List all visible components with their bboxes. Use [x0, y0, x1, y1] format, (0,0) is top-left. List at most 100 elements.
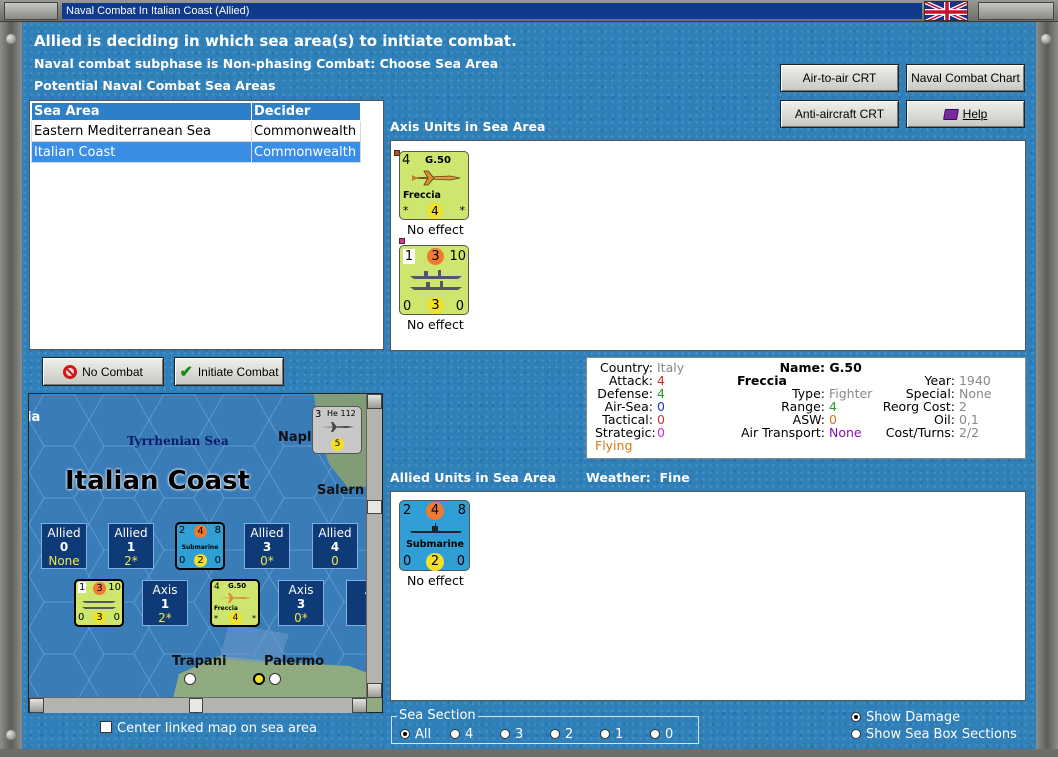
he112-counter[interactable]: 3 He 112 5	[312, 406, 362, 454]
counter-name: Submarine	[181, 544, 219, 551]
fighter-plane-icon	[411, 170, 461, 186]
sea-section-option-0[interactable]: 0	[650, 727, 673, 742]
sea-box-sub: 2*	[124, 554, 138, 568]
scroll-right-arrow-icon[interactable]	[352, 698, 367, 713]
radio-button[interactable]	[550, 729, 560, 739]
initiate-combat-button[interactable]: ✔ Initiate Combat	[174, 357, 284, 386]
sea-box-axis[interactable]: Axis 3 0*	[278, 580, 324, 626]
sea-section-group: Sea Section All 4 3 2 1 0	[391, 708, 699, 744]
counter-star: *	[252, 614, 256, 623]
city-label: ia	[28, 410, 41, 425]
damage-marker-icon	[399, 238, 405, 244]
sea-box-allied[interactable]: Allied 3 0*	[244, 523, 290, 569]
sea-section-option-1[interactable]: 1	[600, 727, 623, 742]
scroll-left-arrow-icon[interactable]	[29, 698, 44, 713]
counter-star: *	[459, 204, 466, 217]
radio-button[interactable]	[400, 729, 410, 739]
counter-value: 2	[426, 553, 444, 571]
city-label: Trapani	[172, 654, 227, 669]
radio-button[interactable]	[650, 729, 660, 739]
unit-info-panel: Country: Italy Attack: 4 Defense: 4 Air-…	[586, 357, 1026, 459]
table-row[interactable]: Eastern Mediterranean Sea Commonwealth	[31, 120, 361, 142]
sea-section-option-2[interactable]: 2	[550, 727, 573, 742]
sea-section-option-3[interactable]: 3	[500, 727, 523, 742]
sea-box-axis[interactable]: Axis 1 2*	[142, 580, 188, 626]
sea-box-number: 1	[160, 597, 170, 611]
table-row[interactable]: Italian Coast Commonwealth	[31, 141, 361, 163]
sea-area-cell: Eastern Mediterranean Sea	[31, 120, 252, 142]
g50-map-counter[interactable]: 4 G.50 Freccia * * 4	[210, 579, 260, 627]
cost-key: Cost/Turns:	[885, 425, 955, 440]
naval-combat-chart-button[interactable]: Naval Combat Chart	[906, 64, 1025, 92]
show-sea-box-sections-option[interactable]: Show Sea Box Sections	[851, 727, 1017, 742]
window-close-button[interactable]	[978, 2, 1054, 20]
counter-name: G.50	[228, 582, 247, 590]
column-decider[interactable]: Decider	[251, 102, 361, 121]
anti-aircraft-crt-label: Anti-aircraft CRT	[794, 107, 885, 121]
radio-button[interactable]	[600, 729, 610, 739]
anti-aircraft-crt-button[interactable]: Anti-aircraft CRT	[780, 100, 899, 128]
radio-button[interactable]	[450, 729, 460, 739]
submarine-icon	[410, 523, 462, 533]
axis-ship-counter[interactable]: 1 3 10 0 3 0	[399, 245, 469, 315]
air-to-air-crt-label: Air-to-air CRT	[802, 71, 877, 85]
counter-range: 4	[427, 203, 443, 219]
option-label: 1	[615, 727, 624, 742]
cost-value: 2/2	[958, 425, 980, 440]
g50-freccia-counter[interactable]: 4 G.50 Freccia * * 4	[399, 151, 469, 220]
initiate-combat-label: Initiate Combat	[197, 364, 279, 379]
air-to-air-crt-button[interactable]: Air-to-air CRT	[780, 64, 899, 92]
window-menu-button[interactable]	[4, 2, 58, 20]
sea-section-option-all[interactable]: All	[400, 727, 431, 742]
axis-units-label: Axis Units in Sea Area	[390, 119, 546, 134]
sea-area-table: Sea Area Decider Eastern Mediterranean S…	[31, 102, 361, 163]
counter-name: Submarine	[406, 539, 464, 550]
axis-units-panel: 4 G.50 Freccia * * 4 No effect 1 3 10 0 …	[390, 140, 1026, 351]
map-vertical-scrollbar[interactable]	[366, 394, 382, 698]
help-label: Help	[962, 107, 988, 121]
submarine-counter[interactable]: 2 4 8 Submarine 0 2 0	[399, 500, 470, 571]
rivet-icon	[6, 34, 16, 44]
allied-units-panel: 2 4 8 Submarine 0 2 0 No effect	[390, 491, 1026, 701]
counter-value: 4	[426, 502, 444, 520]
scroll-up-arrow-icon[interactable]	[367, 394, 382, 409]
submarine-map-counter[interactable]: 2 4 8 Submarine 0 2 0	[175, 522, 225, 570]
show-damage-option[interactable]: Show Damage	[851, 710, 960, 725]
naval-combat-window: Naval Combat In Italian Coast (Allied) A…	[0, 0, 1058, 757]
sea-box-allied[interactable]: Allied 4 0	[312, 523, 358, 569]
sea-section-option-4[interactable]: 4	[450, 727, 473, 742]
no-combat-label: No Combat	[82, 364, 143, 379]
sea-name-label: Tyrrhenian Sea	[127, 434, 229, 448]
checkbox-box[interactable]	[100, 721, 112, 733]
counter-value: 2	[179, 525, 186, 536]
counter-value: 2	[403, 503, 412, 518]
show-sections-label: Show Sea Box Sections	[866, 727, 1017, 742]
sea-area-map[interactable]: ia Tyrrhenian Sea Napl Salern Italian Co…	[28, 393, 383, 713]
airtransport-key: Air Transport:	[740, 425, 825, 440]
map-horizontal-scrollbar[interactable]	[29, 697, 367, 713]
counter-range: 5	[331, 438, 344, 451]
column-sea-area[interactable]: Sea Area	[31, 102, 252, 121]
scroll-down-arrow-icon[interactable]	[367, 683, 382, 698]
radio-button[interactable]	[851, 712, 861, 722]
sea-section-title: Sea Section	[397, 708, 478, 723]
port-anchor-icon	[269, 673, 281, 685]
cruiser-ship-icon	[410, 270, 462, 290]
scroll-thumb[interactable]	[367, 500, 382, 514]
sea-area-table-panel: Sea Area Decider Eastern Mediterranean S…	[29, 100, 384, 350]
strategic-value: 0	[656, 425, 665, 440]
help-button[interactable]: Help	[906, 100, 1025, 128]
counter-value: 3	[93, 611, 106, 624]
counter-value: 0	[455, 299, 464, 314]
sea-box-allied[interactable]: Allied 0 None	[41, 523, 87, 569]
book-icon	[942, 108, 959, 120]
radio-button[interactable]	[500, 729, 510, 739]
weather-value: Fine	[659, 470, 690, 485]
scroll-thumb[interactable]	[189, 698, 203, 713]
no-combat-button[interactable]: No Combat	[42, 357, 164, 386]
sea-box-allied[interactable]: Allied 1 2*	[108, 523, 154, 569]
window-frame-left	[0, 22, 22, 757]
radio-button[interactable]	[851, 729, 861, 739]
center-map-checkbox[interactable]: Center linked map on sea area	[100, 721, 317, 736]
axis-ship-map-counter[interactable]: 1 3 10 0 3 0	[74, 579, 124, 627]
